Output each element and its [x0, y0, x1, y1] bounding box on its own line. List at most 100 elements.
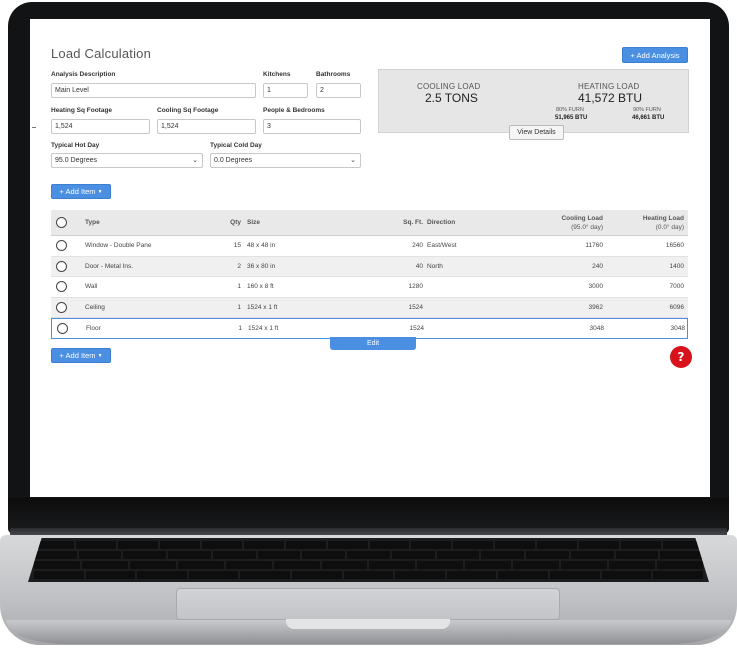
cell-type: Door - Metal Ins. [85, 262, 134, 270]
typical-cold-day-label: Typical Cold Day [210, 142, 262, 149]
cell-cooling: 3962 [588, 303, 603, 311]
table-row[interactable]: Window - Double Pane 15 48 x 48 in 240 E… [51, 236, 688, 257]
bathrooms-input[interactable]: 2 [316, 83, 361, 98]
row-radio[interactable] [56, 301, 67, 313]
table-header: Type Qty Size Sq. Ft. Direction Cooling … [51, 210, 688, 236]
typical-hot-day-select[interactable]: 95.0 Degrees ⌄ [51, 153, 203, 168]
cell-sqft: 1524 [408, 303, 423, 311]
header-direction: Direction [427, 219, 456, 226]
typical-hot-day-value: 95.0 Degrees [55, 157, 98, 164]
cell-direction: North [427, 262, 443, 270]
heating-load-value: 41,572 BTU [578, 91, 643, 105]
caret-down-icon: ▼ [97, 188, 103, 195]
help-button[interactable]: ? [670, 346, 692, 368]
people-bedrooms-input[interactable]: 3 [263, 119, 361, 134]
kitchens-label: Kitchens [263, 71, 291, 78]
edit-button[interactable]: Edit [330, 337, 416, 350]
cell-cooling: 11760 [585, 242, 603, 250]
cell-sqft: 1524 [409, 324, 424, 332]
table-row-selected[interactable]: Floor 1 1524 x 1 ft 1524 3048 3048 [51, 318, 688, 339]
add-item-button[interactable]: + Add Item ▼ [51, 184, 111, 199]
side-tick [32, 127, 36, 128]
bathrooms-label: Bathrooms [316, 71, 351, 78]
key-row [28, 561, 709, 569]
cell-cooling: 3048 [589, 324, 604, 332]
add-item-label: + Add Item [59, 187, 96, 196]
header-cooling-line2: (95.0° day) [571, 223, 603, 231]
page-title: Load Calculation [51, 46, 152, 61]
furn90-value: 46,661 BTU [632, 115, 665, 121]
header-qty: Qty [230, 219, 241, 226]
heating-sq-footage-label: Heating Sq Footage [51, 107, 113, 114]
row-radio[interactable] [57, 322, 68, 334]
cell-sqft: 240 [412, 242, 423, 250]
cell-sqft: 1280 [408, 283, 423, 291]
app-screen: Load Calculation + Add Analysis Analysis… [30, 19, 710, 497]
furn90-caption: 90% FURN [633, 107, 661, 113]
cell-type: Ceiling [85, 303, 105, 311]
key-row [28, 571, 709, 579]
chevron-down-icon: ⌄ [350, 157, 356, 164]
laptop-mockup: Load Calculation + Add Analysis Analysis… [0, 0, 737, 657]
cell-heating: 16560 [665, 242, 684, 250]
cell-heating: 1400 [669, 262, 684, 270]
cell-size: 1524 x 1 ft [247, 303, 278, 311]
cooling-sq-footage-input[interactable]: 1,524 [157, 119, 256, 134]
row-radio[interactable] [56, 260, 67, 272]
typical-cold-day-value: 0.0 Degrees [214, 157, 253, 164]
load-summary-panel: COOLING LOAD 2.5 TONS HEATING LOAD 41,57… [378, 69, 689, 133]
header-sqft: Sq. Ft. [403, 219, 423, 226]
view-details-button[interactable]: View Details [509, 125, 564, 140]
header-heating-line1: Heating Load [642, 214, 684, 222]
header-cooling-line1: Cooling Load [561, 214, 603, 222]
cooling-load-value: 2.5 TONS [425, 91, 478, 105]
table-row[interactable]: Wall 1 160 x 8 ft 1280 3000 7000 [51, 277, 688, 298]
analysis-description-input[interactable]: Main Level [51, 83, 256, 98]
add-item-label: + Add Item [59, 351, 96, 360]
heating-sq-footage-input[interactable]: 1,524 [51, 119, 150, 134]
cell-sqft: 40 [415, 262, 423, 270]
key-row [28, 541, 709, 549]
cell-size: 36 x 80 in [247, 262, 276, 270]
cell-qty: 1 [237, 303, 241, 311]
cell-type: Window - Double Pane [85, 242, 152, 250]
analysis-description-label: Analysis Description [51, 71, 116, 78]
heating-load-caption: HEATING LOAD [578, 82, 640, 91]
table-row[interactable]: Door - Metal Ins. 2 36 x 80 in 40 North … [51, 256, 688, 277]
header-type: Type [85, 219, 100, 226]
cell-direction: East/West [427, 242, 457, 250]
cell-qty: 2 [237, 262, 241, 270]
cell-qty: 1 [237, 283, 241, 291]
typical-cold-day-select[interactable]: 0.0 Degrees ⌄ [210, 153, 361, 168]
furn80-value: 51,965 BTU [555, 115, 588, 121]
cell-size: 1524 x 1 ft [248, 324, 279, 332]
people-bedrooms-label: People & Bedrooms [263, 107, 325, 114]
cell-qty: 1 [238, 324, 242, 332]
cell-type: Wall [85, 283, 98, 291]
row-radio[interactable] [56, 240, 67, 252]
cell-cooling: 3000 [588, 283, 603, 291]
kitchens-input[interactable]: 1 [263, 83, 308, 98]
load-items-table: Type Qty Size Sq. Ft. Direction Cooling … [51, 210, 688, 339]
header-cooling-load: Cooling Load (95.0° day) [551, 210, 603, 235]
caret-down-icon: ▼ [97, 352, 103, 359]
cell-heating: 3048 [670, 324, 685, 332]
key-row [28, 551, 709, 559]
cell-size: 160 x 8 ft [247, 283, 274, 291]
header-heating-load: Heating Load (0.0° day) [631, 210, 684, 235]
header-size: Size [247, 219, 261, 226]
cell-heating: 7000 [669, 283, 684, 291]
cell-size: 48 x 48 in [247, 242, 276, 250]
chevron-down-icon: ⌄ [192, 157, 198, 164]
add-analysis-button[interactable]: + Add Analysis [622, 47, 688, 63]
trackpad [176, 588, 560, 620]
furn80-caption: 80% FURN [556, 107, 584, 113]
cooling-sq-footage-label: Cooling Sq Footage [157, 107, 219, 114]
row-radio[interactable] [56, 281, 67, 293]
cell-qty: 15 [233, 242, 241, 250]
add-item-button-bottom[interactable]: + Add Item ▼ [51, 348, 111, 363]
cell-cooling: 240 [592, 262, 603, 270]
table-row[interactable]: Ceiling 1 1524 x 1 ft 1524 3962 6096 [51, 297, 688, 318]
select-all-radio[interactable] [56, 217, 67, 228]
typical-hot-day-label: Typical Hot Day [51, 142, 100, 149]
